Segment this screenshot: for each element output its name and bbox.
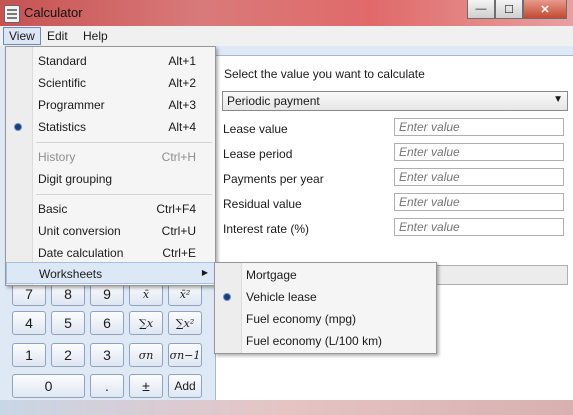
menu-item-standard[interactable]: Standard Alt+1 — [6, 50, 215, 72]
close-button[interactable]: ✕ — [523, 0, 567, 19]
field-label-residual-value: Residual value — [223, 197, 302, 211]
menu-bar: View Edit Help — [0, 26, 573, 46]
menu-item-label: Mortgage — [246, 268, 297, 282]
payments-per-year-input[interactable] — [394, 168, 564, 186]
maximize-button[interactable]: ☐ — [495, 0, 523, 19]
key-6[interactable]: 6 — [90, 311, 124, 335]
submenu-item-fuel-economy-l100km[interactable]: Fuel economy (L/100 km) — [215, 330, 436, 352]
radio-selected-icon — [224, 294, 230, 300]
field-label-interest-rate: Interest rate (%) — [223, 222, 310, 236]
menu-item-label: Statistics — [38, 120, 87, 134]
menu-item-label: Vehicle lease — [246, 290, 317, 304]
key-std-dev-sample[interactable]: σn−1 — [168, 343, 202, 367]
menu-item-date-calculation[interactable]: Date calculation Ctrl+E — [6, 242, 215, 264]
key-5[interactable]: 5 — [51, 311, 85, 335]
key-2[interactable]: 2 — [51, 343, 85, 367]
menu-item-statistics[interactable]: Statistics Alt+4 — [6, 116, 215, 138]
menu-separator — [36, 142, 212, 143]
menu-edit[interactable]: Edit — [42, 28, 73, 44]
minimize-button[interactable]: — — [467, 0, 495, 19]
menu-item-shortcut: Alt+3 — [168, 98, 196, 112]
key-3[interactable]: 3 — [90, 343, 124, 367]
interest-rate-input[interactable] — [394, 218, 564, 236]
menu-item-shortcut: Alt+1 — [168, 54, 196, 68]
result-field — [430, 265, 568, 285]
submenu-item-fuel-economy-mpg[interactable]: Fuel economy (mpg) — [215, 308, 436, 330]
menu-help[interactable]: Help — [78, 28, 113, 44]
menu-item-label: Scientific — [38, 76, 87, 90]
lease-value-input[interactable] — [394, 118, 564, 136]
menu-item-basic[interactable]: Basic Ctrl+F4 — [6, 198, 215, 220]
menu-item-label: Unit conversion — [38, 224, 121, 238]
submenu-item-mortgage[interactable]: Mortgage — [215, 264, 436, 286]
field-label-payments-per-year: Payments per year — [223, 172, 324, 186]
key-decimal[interactable]: . — [90, 374, 124, 398]
key-sum-x[interactable]: ∑x — [129, 311, 163, 335]
menu-item-label: Worksheets — [39, 267, 103, 281]
key-0[interactable]: 0 — [12, 374, 85, 398]
menu-item-label: History — [38, 150, 76, 164]
key-1[interactable]: 1 — [12, 343, 46, 367]
menu-item-digit-grouping[interactable]: Digit grouping — [6, 168, 215, 190]
key-add[interactable]: Add — [168, 374, 202, 398]
menu-item-shortcut: Ctrl+H — [161, 150, 196, 164]
window-title: Calculator — [24, 5, 83, 20]
menu-item-label: Fuel economy (L/100 km) — [246, 334, 383, 348]
menu-item-shortcut: Ctrl+U — [161, 224, 196, 238]
key-negate[interactable]: ± — [129, 374, 163, 398]
calculator-icon — [4, 5, 20, 23]
submenu-item-vehicle-lease[interactable]: Vehicle lease — [215, 286, 436, 308]
menu-item-label: Programmer — [38, 98, 105, 112]
menu-item-label: Digit grouping — [38, 172, 113, 186]
menu-item-shortcut: Ctrl+F4 — [156, 202, 196, 216]
submenu-arrow-icon: ▶ — [201, 268, 208, 277]
title-bar: Calculator — ☐ ✕ — [0, 0, 573, 26]
calculate-select-value: Periodic payment — [227, 94, 320, 108]
residual-value-input[interactable] — [394, 193, 564, 211]
menu-item-label: Fuel economy (mpg) — [246, 312, 357, 326]
chevron-down-icon: ▼ — [553, 94, 563, 105]
key-sum-x-squared[interactable]: ∑x² — [168, 311, 202, 335]
field-label-lease-period: Lease period — [223, 147, 293, 161]
menu-item-shortcut: Alt+4 — [168, 120, 196, 134]
menu-item-history: History Ctrl+H — [6, 146, 215, 168]
view-menu: Standard Alt+1 Scientific Alt+2 Programm… — [5, 46, 216, 286]
menu-view[interactable]: View — [3, 27, 41, 45]
menu-item-programmer[interactable]: Programmer Alt+3 — [6, 94, 215, 116]
calculate-select[interactable]: Periodic payment ▼ — [222, 91, 568, 111]
window-bottom-edge — [0, 400, 573, 415]
menu-separator — [36, 194, 212, 195]
field-label-lease-value: Lease value — [223, 122, 288, 136]
menu-item-unit-conversion[interactable]: Unit conversion Ctrl+U — [6, 220, 215, 242]
menu-item-shortcut: Alt+2 — [168, 76, 196, 90]
worksheet-prompt: Select the value you want to calculate — [224, 67, 425, 81]
menu-item-shortcut: Ctrl+E — [162, 246, 196, 260]
window-controls: — ☐ ✕ — [467, 0, 567, 19]
key-4[interactable]: 4 — [12, 311, 46, 335]
lease-period-input[interactable] — [394, 143, 564, 161]
menu-item-scientific[interactable]: Scientific Alt+2 — [6, 72, 215, 94]
menu-item-label: Standard — [38, 54, 87, 68]
menu-item-worksheets[interactable]: Worksheets ▶ — [6, 262, 215, 284]
menu-item-label: Basic — [38, 202, 68, 216]
menu-item-label: Date calculation — [38, 246, 124, 260]
worksheets-submenu: Mortgage Vehicle lease Fuel economy (mpg… — [214, 262, 437, 354]
key-std-dev-population[interactable]: σn — [129, 343, 163, 367]
radio-selected-icon — [15, 124, 21, 130]
